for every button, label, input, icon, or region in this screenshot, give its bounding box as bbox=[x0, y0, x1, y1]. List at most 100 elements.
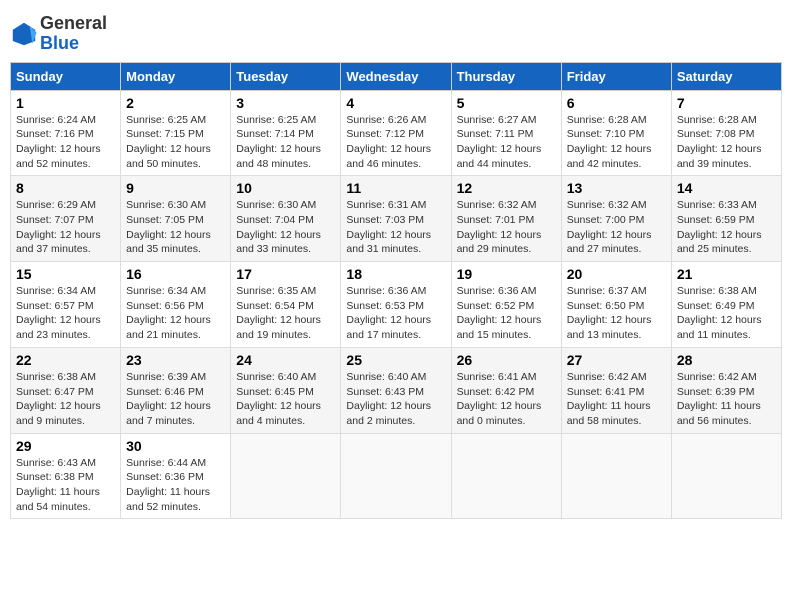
calendar-cell: 26 Sunrise: 6:41 AMSunset: 6:42 PMDayligh… bbox=[451, 347, 561, 433]
day-info: Sunrise: 6:29 AMSunset: 7:07 PMDaylight:… bbox=[16, 198, 115, 257]
day-info: Sunrise: 6:34 AMSunset: 6:56 PMDaylight:… bbox=[126, 284, 225, 343]
day-number: 19 bbox=[457, 266, 556, 282]
calendar-cell: 1 Sunrise: 6:24 AMSunset: 7:16 PMDaylight… bbox=[11, 90, 121, 176]
day-number: 5 bbox=[457, 95, 556, 111]
day-number: 27 bbox=[567, 352, 666, 368]
calendar-cell: 24 Sunrise: 6:40 AMSunset: 6:45 PMDayligh… bbox=[231, 347, 341, 433]
day-info: Sunrise: 6:41 AMSunset: 6:42 PMDaylight:… bbox=[457, 370, 556, 429]
day-header-sunday: Sunday bbox=[11, 62, 121, 90]
calendar-cell: 8 Sunrise: 6:29 AMSunset: 7:07 PMDaylight… bbox=[11, 176, 121, 262]
day-header-saturday: Saturday bbox=[671, 62, 781, 90]
calendar-cell: 28 Sunrise: 6:42 AMSunset: 6:39 PMDayligh… bbox=[671, 347, 781, 433]
calendar-cell: 2 Sunrise: 6:25 AMSunset: 7:15 PMDaylight… bbox=[121, 90, 231, 176]
day-number: 9 bbox=[126, 180, 225, 196]
day-number: 8 bbox=[16, 180, 115, 196]
day-info: Sunrise: 6:36 AMSunset: 6:52 PMDaylight:… bbox=[457, 284, 556, 343]
calendar-cell: 6Sunrise: 6:28 AMSunset: 7:10 PMDaylight… bbox=[561, 90, 671, 176]
calendar-cell: 7 Sunrise: 6:28 AMSunset: 7:08 PMDaylight… bbox=[671, 90, 781, 176]
day-number: 29 bbox=[16, 438, 115, 454]
day-info: Sunrise: 6:32 AMSunset: 7:01 PMDaylight:… bbox=[457, 198, 556, 257]
calendar-cell bbox=[231, 433, 341, 519]
logo-text: GeneralBlue bbox=[40, 14, 107, 54]
calendar-cell: 17 Sunrise: 6:35 AMSunset: 6:54 PMDayligh… bbox=[231, 262, 341, 348]
calendar-cell: 27 Sunrise: 6:42 AMSunset: 6:41 PMDayligh… bbox=[561, 347, 671, 433]
day-info: Sunrise: 6:38 AMSunset: 6:49 PMDaylight:… bbox=[677, 284, 776, 343]
day-number: 1 bbox=[16, 95, 115, 111]
day-number: 14 bbox=[677, 180, 776, 196]
day-header-friday: Friday bbox=[561, 62, 671, 90]
day-info: Sunrise: 6:25 AMSunset: 7:15 PMDaylight:… bbox=[126, 113, 225, 172]
day-info: Sunrise: 6:44 AMSunset: 6:36 PMDaylight:… bbox=[126, 456, 225, 515]
day-number: 30 bbox=[126, 438, 225, 454]
day-number: 25 bbox=[346, 352, 445, 368]
day-number: 18 bbox=[346, 266, 445, 282]
calendar-cell: 29 Sunrise: 6:43 AMSunset: 6:38 PMDayligh… bbox=[11, 433, 121, 519]
calendar-cell: 23Sunrise: 6:39 AMSunset: 6:46 PMDayligh… bbox=[121, 347, 231, 433]
day-info: Sunrise: 6:26 AMSunset: 7:12 PMDaylight:… bbox=[346, 113, 445, 172]
calendar-cell: 9 Sunrise: 6:30 AMSunset: 7:05 PMDaylight… bbox=[121, 176, 231, 262]
logo-icon bbox=[10, 20, 38, 48]
calendar-cell: 12 Sunrise: 6:32 AMSunset: 7:01 PMDayligh… bbox=[451, 176, 561, 262]
calendar-cell: 25 Sunrise: 6:40 AMSunset: 6:43 PMDayligh… bbox=[341, 347, 451, 433]
day-info: Sunrise: 6:38 AMSunset: 6:47 PMDaylight:… bbox=[16, 370, 115, 429]
day-info: Sunrise: 6:34 AMSunset: 6:57 PMDaylight:… bbox=[16, 284, 115, 343]
day-info: Sunrise: 6:24 AMSunset: 7:16 PMDaylight:… bbox=[16, 113, 115, 172]
day-info: Sunrise: 6:35 AMSunset: 6:54 PMDaylight:… bbox=[236, 284, 335, 343]
calendar-cell: 22 Sunrise: 6:38 AMSunset: 6:47 PMDayligh… bbox=[11, 347, 121, 433]
day-number: 3 bbox=[236, 95, 335, 111]
day-number: 2 bbox=[126, 95, 225, 111]
calendar-cell: 20 Sunrise: 6:37 AMSunset: 6:50 PMDayligh… bbox=[561, 262, 671, 348]
day-number: 4 bbox=[346, 95, 445, 111]
day-number: 26 bbox=[457, 352, 556, 368]
day-info: Sunrise: 6:31 AMSunset: 7:03 PMDaylight:… bbox=[346, 198, 445, 257]
calendar-cell bbox=[561, 433, 671, 519]
day-info: Sunrise: 6:42 AMSunset: 6:41 PMDaylight:… bbox=[567, 370, 666, 429]
day-info: Sunrise: 6:40 AMSunset: 6:43 PMDaylight:… bbox=[346, 370, 445, 429]
day-info: Sunrise: 6:36 AMSunset: 6:53 PMDaylight:… bbox=[346, 284, 445, 343]
day-info: Sunrise: 6:30 AMSunset: 7:05 PMDaylight:… bbox=[126, 198, 225, 257]
calendar-cell bbox=[451, 433, 561, 519]
day-info: Sunrise: 6:37 AMSunset: 6:50 PMDaylight:… bbox=[567, 284, 666, 343]
day-info: Sunrise: 6:43 AMSunset: 6:38 PMDaylight:… bbox=[16, 456, 115, 515]
day-number: 20 bbox=[567, 266, 666, 282]
calendar-cell: 11 Sunrise: 6:31 AMSunset: 7:03 PMDayligh… bbox=[341, 176, 451, 262]
day-number: 24 bbox=[236, 352, 335, 368]
calendar-cell: 30 Sunrise: 6:44 AMSunset: 6:36 PMDayligh… bbox=[121, 433, 231, 519]
day-header-monday: Monday bbox=[121, 62, 231, 90]
calendar-cell: 13Sunrise: 6:32 AMSunset: 7:00 PMDayligh… bbox=[561, 176, 671, 262]
calendar-cell: 18 Sunrise: 6:36 AMSunset: 6:53 PMDayligh… bbox=[341, 262, 451, 348]
day-number: 16 bbox=[126, 266, 225, 282]
day-number: 28 bbox=[677, 352, 776, 368]
calendar-cell bbox=[341, 433, 451, 519]
day-info: Sunrise: 6:30 AMSunset: 7:04 PMDaylight:… bbox=[236, 198, 335, 257]
day-number: 7 bbox=[677, 95, 776, 111]
day-info: Sunrise: 6:28 AMSunset: 7:10 PMDaylight:… bbox=[567, 113, 666, 172]
calendar-cell: 3 Sunrise: 6:25 AMSunset: 7:14 PMDaylight… bbox=[231, 90, 341, 176]
calendar-cell bbox=[671, 433, 781, 519]
day-info: Sunrise: 6:28 AMSunset: 7:08 PMDaylight:… bbox=[677, 113, 776, 172]
day-number: 22 bbox=[16, 352, 115, 368]
calendar-cell: 19 Sunrise: 6:36 AMSunset: 6:52 PMDayligh… bbox=[451, 262, 561, 348]
day-info: Sunrise: 6:39 AMSunset: 6:46 PMDaylight:… bbox=[126, 370, 225, 429]
day-number: 13 bbox=[567, 180, 666, 196]
day-info: Sunrise: 6:42 AMSunset: 6:39 PMDaylight:… bbox=[677, 370, 776, 429]
day-number: 17 bbox=[236, 266, 335, 282]
day-number: 15 bbox=[16, 266, 115, 282]
day-header-thursday: Thursday bbox=[451, 62, 561, 90]
calendar-cell: 16 Sunrise: 6:34 AMSunset: 6:56 PMDayligh… bbox=[121, 262, 231, 348]
day-number: 12 bbox=[457, 180, 556, 196]
calendar-cell: 5 Sunrise: 6:27 AMSunset: 7:11 PMDaylight… bbox=[451, 90, 561, 176]
day-header-wednesday: Wednesday bbox=[341, 62, 451, 90]
calendar-cell: 4 Sunrise: 6:26 AMSunset: 7:12 PMDaylight… bbox=[341, 90, 451, 176]
day-number: 10 bbox=[236, 180, 335, 196]
logo: GeneralBlue bbox=[10, 14, 107, 54]
calendar-table: SundayMondayTuesdayWednesdayThursdayFrid… bbox=[10, 62, 782, 520]
day-info: Sunrise: 6:27 AMSunset: 7:11 PMDaylight:… bbox=[457, 113, 556, 172]
day-info: Sunrise: 6:40 AMSunset: 6:45 PMDaylight:… bbox=[236, 370, 335, 429]
day-number: 21 bbox=[677, 266, 776, 282]
day-header-tuesday: Tuesday bbox=[231, 62, 341, 90]
calendar-cell: 15 Sunrise: 6:34 AMSunset: 6:57 PMDayligh… bbox=[11, 262, 121, 348]
day-info: Sunrise: 6:25 AMSunset: 7:14 PMDaylight:… bbox=[236, 113, 335, 172]
calendar-cell: 21 Sunrise: 6:38 AMSunset: 6:49 PMDayligh… bbox=[671, 262, 781, 348]
day-number: 11 bbox=[346, 180, 445, 196]
